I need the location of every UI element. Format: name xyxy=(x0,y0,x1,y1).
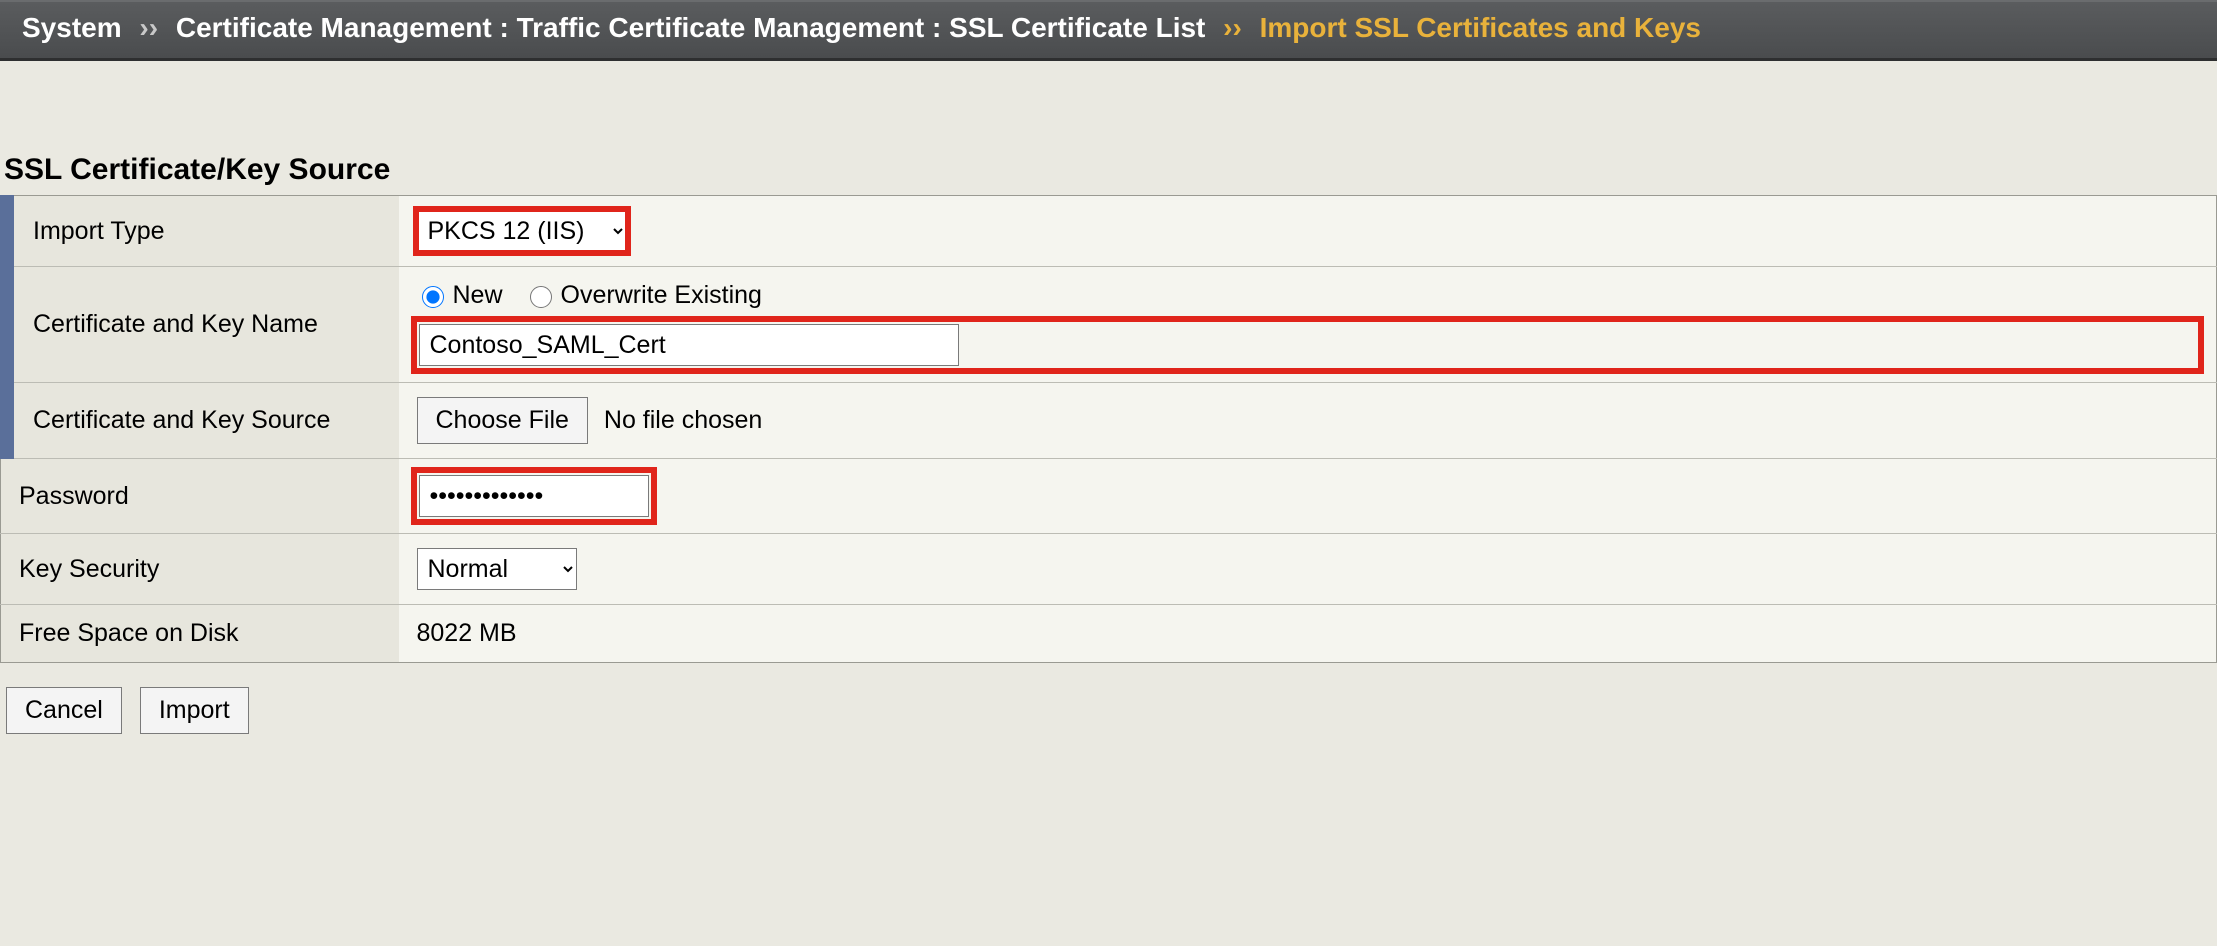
breadcrumb-system[interactable]: System xyxy=(22,12,122,43)
import-button[interactable]: Import xyxy=(140,687,249,734)
footer-buttons: Cancel Import xyxy=(0,663,2217,774)
key-security-select[interactable]: Normal xyxy=(417,548,577,590)
breadcrumb-path[interactable]: Certificate Management : Traffic Certifi… xyxy=(176,12,1206,43)
label-cert-key-name: Certificate and Key Name xyxy=(1,267,399,383)
radio-overwrite-label: Overwrite Existing xyxy=(561,281,762,310)
cell-cert-key-source: Choose File No file chosen xyxy=(399,383,2217,459)
cancel-button[interactable]: Cancel xyxy=(6,687,122,734)
label-import-type: Import Type xyxy=(1,196,399,267)
file-chosen-status: No file chosen xyxy=(604,406,762,435)
label-free-space: Free Space on Disk xyxy=(1,605,399,663)
form-table: Import Type PKCS 12 (IIS) Certificate an… xyxy=(0,195,2217,663)
cell-key-security: Normal xyxy=(399,534,2217,605)
label-cert-key-source: Certificate and Key Source xyxy=(1,383,399,459)
radio-new-label: New xyxy=(453,281,503,310)
breadcrumb-sep-icon: ›› xyxy=(1223,12,1242,43)
cell-password xyxy=(399,459,2217,534)
choose-file-button[interactable]: Choose File xyxy=(417,397,588,444)
cert-key-name-input[interactable] xyxy=(419,324,959,366)
cell-import-type: PKCS 12 (IIS) xyxy=(399,196,2217,267)
radio-new[interactable] xyxy=(422,286,444,308)
section-title: SSL Certificate/Key Source xyxy=(0,61,2217,195)
breadcrumb: System ›› Certificate Management : Traff… xyxy=(0,0,2217,61)
password-input[interactable] xyxy=(419,475,649,517)
free-space-value: 8022 MB xyxy=(417,619,517,647)
label-key-security: Key Security xyxy=(1,534,399,605)
cell-free-space: 8022 MB xyxy=(399,605,2217,663)
cell-cert-key-name: New Overwrite Existing xyxy=(399,267,2217,383)
breadcrumb-sep-icon: ›› xyxy=(139,12,158,43)
radio-overwrite[interactable] xyxy=(530,286,552,308)
breadcrumb-current: Import SSL Certificates and Keys xyxy=(1260,12,1701,43)
label-password: Password xyxy=(1,459,399,534)
import-type-select[interactable]: PKCS 12 (IIS) xyxy=(417,210,627,252)
